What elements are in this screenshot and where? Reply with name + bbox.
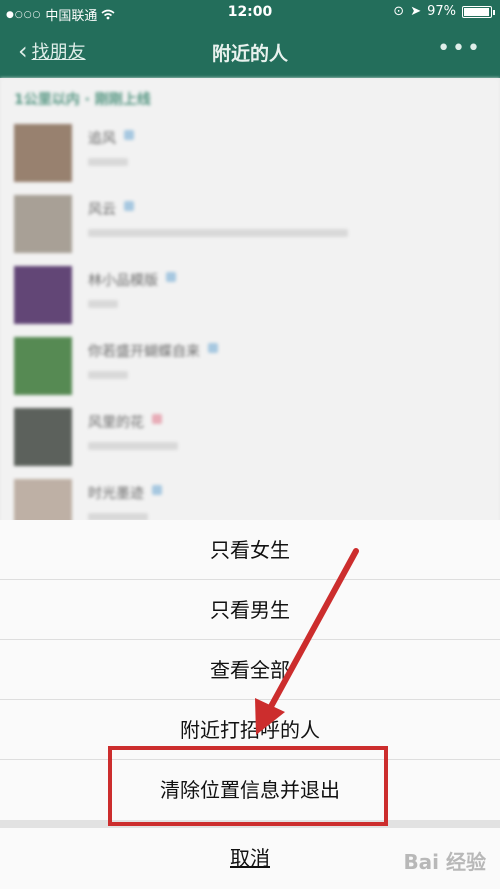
annotation-arrow (255, 548, 359, 735)
watermark: Bai 经验 (403, 850, 486, 874)
